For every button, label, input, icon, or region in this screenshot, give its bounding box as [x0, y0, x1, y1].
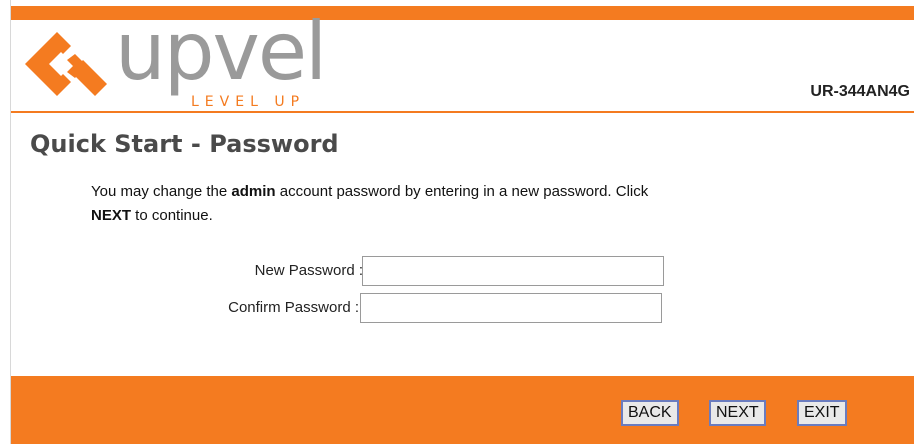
new-password-input[interactable]	[362, 256, 664, 286]
new-password-label: New Password :	[254, 262, 363, 279]
new-password-row: New Password :	[11, 256, 711, 288]
intro-bold-next: NEXT	[91, 207, 132, 224]
confirm-password-input[interactable]	[360, 293, 662, 323]
upvel-logo: upvel LEVEL UP	[23, 12, 327, 112]
confirm-password-label: Confirm Password :	[228, 299, 359, 316]
back-button[interactable]: BACK	[621, 400, 679, 426]
page-title: Quick Start - Password	[30, 130, 339, 158]
confirm-password-row: Confirm Password :	[11, 293, 711, 325]
next-button[interactable]: NEXT	[709, 400, 766, 426]
intro-text-part: account password by entering in a new pa…	[275, 183, 649, 200]
brand-tagline: LEVEL UP	[191, 94, 306, 110]
intro-bold-admin: admin	[231, 183, 276, 200]
header: upvel LEVEL UP UR-344AN4G	[11, 12, 914, 112]
chevron-logo-icon	[25, 32, 107, 96]
intro-text-part: You may change the	[91, 183, 232, 200]
header-divider	[11, 111, 914, 113]
model-number: UR-344AN4G	[810, 83, 910, 100]
footer-bar: BACK NEXT EXIT	[11, 376, 914, 444]
router-frame: upvel LEVEL UP UR-344AN4G Quick Start - …	[10, 0, 914, 444]
intro-text-part: to continue.	[131, 207, 213, 224]
intro-text: You may change the admin account passwor…	[91, 180, 891, 228]
brand-wordmark: upvel	[115, 5, 327, 98]
exit-button[interactable]: EXIT	[797, 400, 847, 426]
